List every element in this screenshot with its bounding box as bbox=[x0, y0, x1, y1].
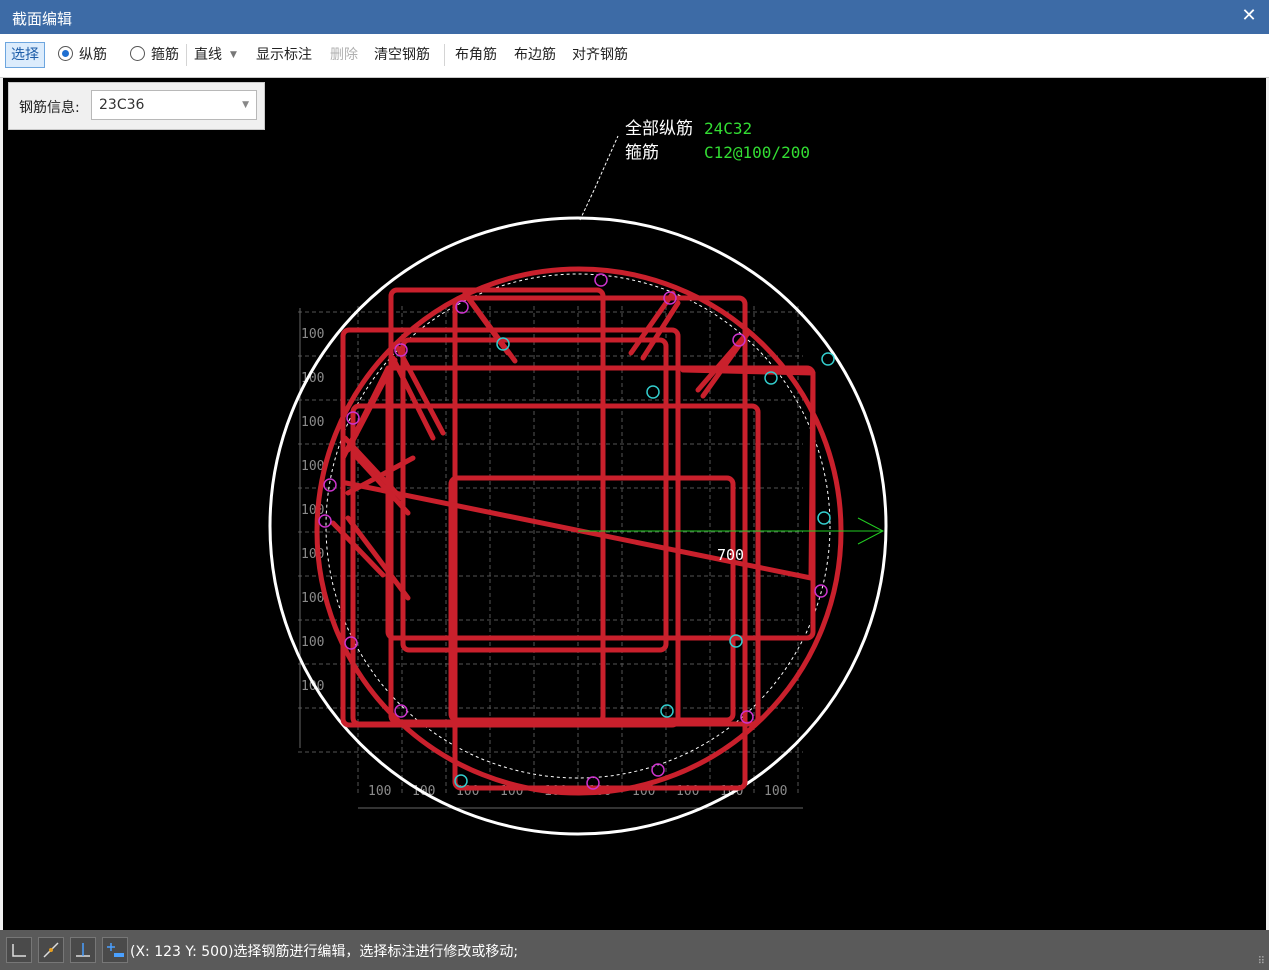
stirrup-hook bbox=[465, 295, 511, 356]
ortho-snap-icon[interactable] bbox=[6, 937, 32, 963]
clear-rebar-button[interactable]: 清空钢筋 bbox=[374, 43, 430, 67]
longitudinal-annotation-label[interactable]: 全部纵筋 bbox=[625, 119, 693, 139]
toolbar: 选择 纵筋 箍筋 直线 ▼ 显示标注 删除 清空钢筋 布角筋 布边筋 对齐钢筋 bbox=[0, 34, 1269, 78]
dimension-label: 100 bbox=[301, 635, 324, 650]
dimension-snap-icon[interactable] bbox=[102, 937, 128, 963]
rebar-info-select[interactable]: 23C36 ▼ bbox=[91, 90, 257, 120]
window-title: 截面编辑 bbox=[12, 10, 73, 28]
rebar-info-panel: 钢筋信息: 23C36 ▼ bbox=[8, 82, 265, 130]
toolbar-divider bbox=[186, 44, 187, 66]
radius-label[interactable]: 700 bbox=[717, 546, 744, 564]
perpendicular-snap-icon[interactable] bbox=[70, 937, 96, 963]
rebar-marker bbox=[821, 352, 835, 366]
dimension-label: 100 bbox=[764, 784, 787, 799]
chevron-down-icon: ▼ bbox=[242, 100, 249, 110]
rebar-marker bbox=[455, 300, 469, 314]
stirrup-hook bbox=[808, 370, 816, 581]
rebar-marker bbox=[646, 385, 660, 399]
stirrup-radio[interactable]: 箍筋 bbox=[130, 43, 179, 67]
rebar-marker bbox=[594, 273, 608, 287]
dimension-label: 100 bbox=[301, 591, 324, 606]
rebar-info-label: 钢筋信息: bbox=[19, 100, 80, 116]
align-rebar-button[interactable]: 对齐钢筋 bbox=[572, 43, 628, 67]
rebar-marker bbox=[817, 511, 831, 525]
longitudinal-label: 纵筋 bbox=[79, 47, 107, 63]
rebar-marker bbox=[660, 704, 674, 718]
radio-checked-icon bbox=[58, 46, 73, 61]
dimension-label: 100 bbox=[301, 327, 324, 342]
stirrup-label: 箍筋 bbox=[151, 47, 179, 63]
chevron-down-icon: ▼ bbox=[230, 50, 237, 60]
dimension-label: 100 bbox=[368, 784, 391, 799]
toolbar-divider bbox=[444, 44, 445, 66]
dimension-label: 100 bbox=[301, 415, 324, 430]
stirrup-hook bbox=[680, 367, 816, 376]
rebar-marker bbox=[651, 763, 665, 777]
rebar-marker bbox=[814, 584, 828, 598]
drawing-canvas[interactable]: 100 100 100 100 100 100 100 100 100 100 100 100 100 1… bbox=[3, 78, 1266, 930]
rectangular-stirrup bbox=[388, 287, 606, 725]
edge-rebar-button[interactable]: 布边筋 bbox=[514, 43, 556, 67]
polar-snap-icon[interactable] bbox=[38, 937, 64, 963]
section-drawing[interactable]: 100100100100100100100100100100 100 100 100 1… bbox=[3, 78, 1266, 930]
rectangular-stirrup bbox=[350, 403, 761, 727]
rebar-marker bbox=[318, 514, 332, 528]
stirrup-annotation-value[interactable]: C12@100/200 bbox=[704, 143, 810, 162]
corner-rebar-button[interactable]: 布角筋 bbox=[455, 43, 497, 67]
show-annotation-button[interactable]: 显示标注 bbox=[256, 43, 312, 67]
stirrup-hook bbox=[345, 515, 411, 601]
rebar-marker bbox=[394, 704, 408, 718]
status-message: (X: 123 Y: 500)选择钢筋进行编辑，选择标注进行修改或移动; bbox=[130, 944, 519, 960]
line-mode-value: 直线 bbox=[194, 47, 222, 63]
annotation-leader bbox=[579, 135, 619, 221]
dimension-label: 100 bbox=[301, 459, 324, 474]
longitudinal-annotation-value[interactable]: 24C32 bbox=[704, 119, 752, 138]
close-icon[interactable]: ✕ bbox=[1239, 6, 1259, 26]
select-button[interactable]: 选择 bbox=[5, 42, 45, 68]
resize-grip-icon[interactable]: ⠿ bbox=[1258, 956, 1265, 967]
status-bar: (X: 123 Y: 500)选择钢筋进行编辑，选择标注进行修改或移动; ⠿ bbox=[0, 930, 1269, 970]
radio-unchecked-icon bbox=[130, 46, 145, 61]
stirrup-hook bbox=[350, 450, 411, 516]
delete-button[interactable]: 删除 bbox=[330, 43, 358, 67]
longitudinal-radio[interactable]: 纵筋 bbox=[58, 43, 107, 67]
rebar-info-value: 23C36 bbox=[99, 97, 145, 113]
title-bar: 截面编辑 ✕ bbox=[0, 0, 1269, 34]
line-mode-dropdown[interactable]: 直线 ▼ bbox=[194, 43, 237, 67]
stirrup-annotation-label[interactable]: 箍筋 bbox=[625, 143, 659, 163]
